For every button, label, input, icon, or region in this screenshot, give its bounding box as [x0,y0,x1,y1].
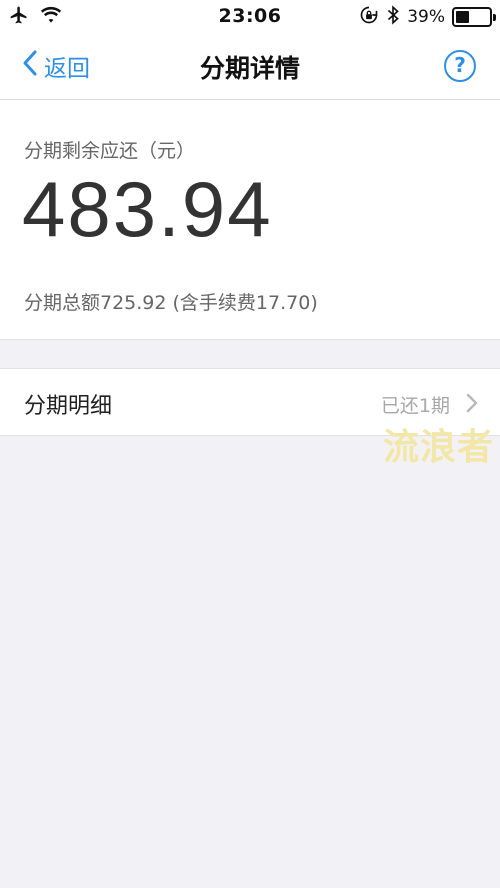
battery-percent: 39% [407,7,445,27]
detail-status: 已还1期 [380,395,450,417]
total-amount-text: 分期总额725.92 (含手续费17.70) [24,292,318,314]
battery-fill [456,11,469,23]
nav-bar: 返回 分期详情 ? [0,34,500,100]
remaining-label: 分期剩余应还（元） [24,140,196,162]
battery-icon [452,7,496,27]
installment-summary: 分期剩余应还（元） 483.94 分期总额725.92 (含手续费17.70) [0,100,500,340]
help-icon[interactable]: ? [444,50,476,82]
bluetooth-icon [386,5,400,29]
detail-label: 分期明细 [24,394,113,419]
remaining-amount: 483.94 [22,165,273,253]
rotation-lock-icon [359,5,379,29]
chevron-right-icon [466,393,478,417]
page-title: 分期详情 [199,54,300,83]
watermark: 流浪者 [382,427,494,468]
screen: 23:06 39% 返回 分期详情 ? 分期剩余应还（元） 483.94 分期总… [0,0,500,888]
battery-nub [493,14,496,21]
status-bar: 23:06 39% [0,0,500,34]
status-right: 39% [359,5,496,29]
